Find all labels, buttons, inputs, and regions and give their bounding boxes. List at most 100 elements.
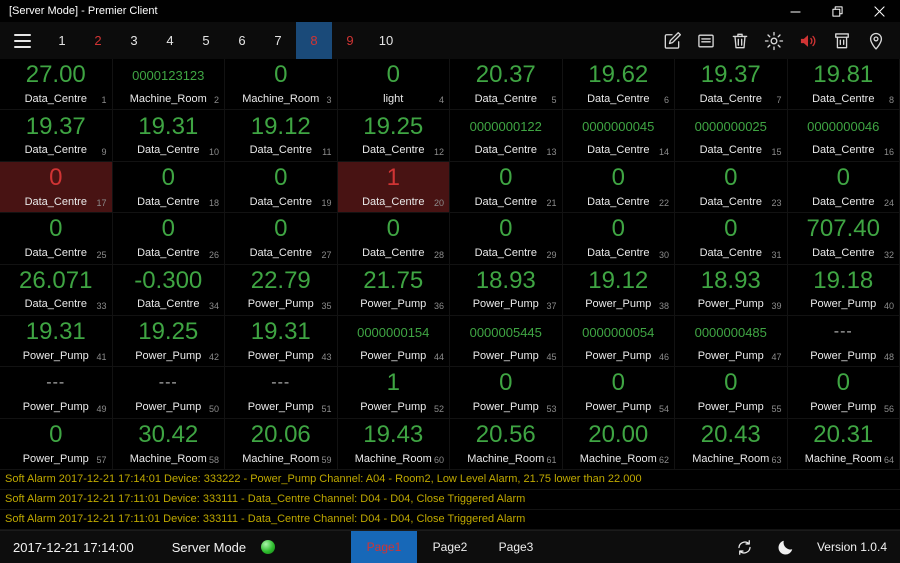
channel-tile[interactable]: 0 Data_Centre 22 — [562, 161, 675, 214]
tile-value: --- — [833, 323, 853, 341]
channel-tile[interactable]: 0 Data_Centre 29 — [450, 213, 563, 265]
tile-label: Power_Pump — [810, 298, 877, 311]
alarm-row[interactable]: Soft Alarm 2017-12-21 17:11:01 Device: 3… — [0, 490, 900, 510]
channel-tile[interactable]: 0000000054 Power_Pump 46 — [562, 315, 675, 368]
channel-tile[interactable]: 18.93 Power_Pump 37 — [450, 264, 563, 316]
channel-tile[interactable]: 19.62 Data_Centre 6 — [562, 59, 675, 111]
menu-icon[interactable] — [0, 22, 44, 59]
channel-tile[interactable]: 0 Data_Centre 23 — [675, 161, 788, 214]
toolbar-tab-6[interactable]: 6 — [224, 22, 260, 59]
channel-tile[interactable]: 21.75 Power_Pump 36 — [337, 264, 450, 316]
location-icon[interactable] — [866, 31, 886, 51]
channel-tile[interactable]: 0000005445 Power_Pump 45 — [450, 315, 563, 368]
tile-index: 54 — [658, 403, 669, 414]
toolbar-tab-3[interactable]: 3 — [116, 22, 152, 59]
channel-tile[interactable]: 0 Data_Centre 28 — [337, 213, 450, 265]
edit-icon[interactable] — [662, 31, 682, 51]
channel-tile[interactable]: 19.18 Power_Pump 40 — [787, 264, 900, 316]
channel-tile[interactable]: 20.31 Machine_Room 64 — [787, 418, 900, 470]
tile-label: Machine_Room — [692, 452, 770, 465]
channel-tile[interactable]: 1 Data_Centre 20 — [337, 161, 450, 214]
channel-tile[interactable]: 0 Data_Centre 26 — [112, 213, 225, 265]
channel-tile[interactable]: 0 Power_Pump 54 — [562, 367, 675, 419]
channel-tile[interactable]: 0000000046 Data_Centre 16 — [787, 110, 900, 162]
channel-tile[interactable]: 30.42 Machine_Room 58 — [112, 418, 225, 470]
channel-tile[interactable]: 19.31 Power_Pump 41 — [0, 315, 113, 368]
alarm-row[interactable]: Soft Alarm 2017-12-21 17:11:01 Device: 3… — [0, 510, 900, 530]
channel-tile[interactable]: 19.37 Data_Centre 7 — [675, 59, 788, 111]
delete-icon[interactable] — [730, 31, 750, 51]
channel-tile[interactable]: 0000000025 Data_Centre 15 — [675, 110, 788, 162]
toolbar-tab-10[interactable]: 10 — [368, 22, 404, 59]
toolbar-tab-8[interactable]: 8 — [296, 22, 332, 59]
channel-tile[interactable]: 20.00 Machine_Room 62 — [562, 418, 675, 470]
night-mode-icon[interactable] — [776, 538, 795, 557]
channel-tile[interactable]: 0 Data_Centre 17 — [0, 161, 113, 214]
channel-tile[interactable]: 0 Data_Centre 19 — [225, 161, 338, 214]
channel-tile[interactable]: 20.37 Data_Centre 5 — [450, 59, 563, 111]
channel-tile[interactable]: 26.071 Data_Centre 33 — [0, 264, 113, 316]
channel-tile[interactable]: 0 light 4 — [337, 59, 450, 111]
page-button-page1[interactable]: Page1 — [351, 531, 417, 563]
channel-tile[interactable]: 0000000122 Data_Centre 13 — [450, 110, 563, 162]
channel-tile[interactable]: 0 Data_Centre 31 — [675, 213, 788, 265]
clear-alarms-icon[interactable] — [832, 31, 852, 51]
channel-tile[interactable]: 0 Data_Centre 24 — [787, 161, 900, 214]
toolbar-tab-4[interactable]: 4 — [152, 22, 188, 59]
channel-tile[interactable]: 0 Machine_Room 3 — [225, 59, 338, 111]
tile-value: 0000005445 — [469, 324, 542, 340]
channel-tile[interactable]: 27.00 Data_Centre 1 — [0, 59, 113, 111]
channel-tile[interactable]: 20.43 Machine_Room 63 — [675, 418, 788, 470]
sound-icon[interactable] — [798, 31, 818, 51]
channel-tile[interactable]: 1 Power_Pump 52 — [337, 367, 450, 419]
alarm-row[interactable]: Soft Alarm 2017-12-21 17:14:01 Device: 3… — [0, 470, 900, 490]
channel-tile[interactable]: --- Power_Pump 50 — [112, 367, 225, 419]
toolbar-tab-1[interactable]: 1 — [44, 22, 80, 59]
channel-tile[interactable]: 18.93 Power_Pump 39 — [675, 264, 788, 316]
toolbar-tab-7[interactable]: 7 — [260, 22, 296, 59]
channel-tile[interactable]: 0 Data_Centre 25 — [0, 213, 113, 265]
channel-tile[interactable]: 0 Power_Pump 56 — [787, 367, 900, 419]
toolbar-tab-5[interactable]: 5 — [188, 22, 224, 59]
channel-tile[interactable]: 19.12 Power_Pump 38 — [562, 264, 675, 316]
channel-tile[interactable]: 0 Data_Centre 27 — [225, 213, 338, 265]
channel-tile[interactable]: 22.79 Power_Pump 35 — [225, 264, 338, 316]
channel-tile[interactable]: 19.31 Power_Pump 43 — [225, 315, 338, 368]
channel-tile[interactable]: --- Power_Pump 48 — [787, 315, 900, 368]
minimize-button[interactable] — [774, 0, 816, 22]
report-icon[interactable] — [696, 31, 716, 51]
channel-tile[interactable]: -0.300 Data_Centre 34 — [112, 264, 225, 316]
tile-value: 19.31 — [250, 318, 311, 346]
tile-index: 22 — [658, 198, 669, 209]
channel-tile[interactable]: 0000123123 Machine_Room 2 — [112, 59, 225, 111]
close-button[interactable] — [858, 0, 900, 22]
channel-tile[interactable]: 20.06 Machine_Room 59 — [225, 418, 338, 470]
channel-tile[interactable]: 0 Data_Centre 21 — [450, 161, 563, 214]
channel-tile[interactable]: 19.25 Data_Centre 12 — [337, 110, 450, 162]
channel-tile[interactable]: 19.43 Machine_Room 60 — [337, 418, 450, 470]
channel-tile[interactable]: 19.37 Data_Centre 9 — [0, 110, 113, 162]
channel-tile[interactable]: 0000000045 Data_Centre 14 — [562, 110, 675, 162]
channel-tile[interactable]: 0000000485 Power_Pump 47 — [675, 315, 788, 368]
channel-tile[interactable]: 0 Power_Pump 55 — [675, 367, 788, 419]
channel-tile[interactable]: 19.81 Data_Centre 8 — [787, 59, 900, 111]
channel-tile[interactable]: 707.40 Data_Centre 32 — [787, 213, 900, 265]
toolbar-tab-9[interactable]: 9 — [332, 22, 368, 59]
channel-tile[interactable]: 0 Power_Pump 57 — [0, 418, 113, 470]
channel-tile[interactable]: --- Power_Pump 49 — [0, 367, 113, 419]
settings-icon[interactable] — [764, 31, 784, 51]
channel-tile[interactable]: 0000000154 Power_Pump 44 — [337, 315, 450, 368]
page-button-page2[interactable]: Page2 — [417, 531, 483, 563]
sync-icon[interactable] — [735, 538, 754, 557]
toolbar-tab-2[interactable]: 2 — [80, 22, 116, 59]
channel-tile[interactable]: 0 Data_Centre 18 — [112, 161, 225, 214]
channel-tile[interactable]: 0 Power_Pump 53 — [450, 367, 563, 419]
channel-tile[interactable]: 19.12 Data_Centre 11 — [225, 110, 338, 162]
channel-tile[interactable]: 0 Data_Centre 30 — [562, 213, 675, 265]
channel-tile[interactable]: --- Power_Pump 51 — [225, 367, 338, 419]
channel-tile[interactable]: 20.56 Machine_Room 61 — [450, 418, 563, 470]
page-button-page3[interactable]: Page3 — [483, 531, 549, 563]
channel-tile[interactable]: 19.31 Data_Centre 10 — [112, 110, 225, 162]
channel-tile[interactable]: 19.25 Power_Pump 42 — [112, 315, 225, 368]
maximize-button[interactable] — [816, 0, 858, 22]
